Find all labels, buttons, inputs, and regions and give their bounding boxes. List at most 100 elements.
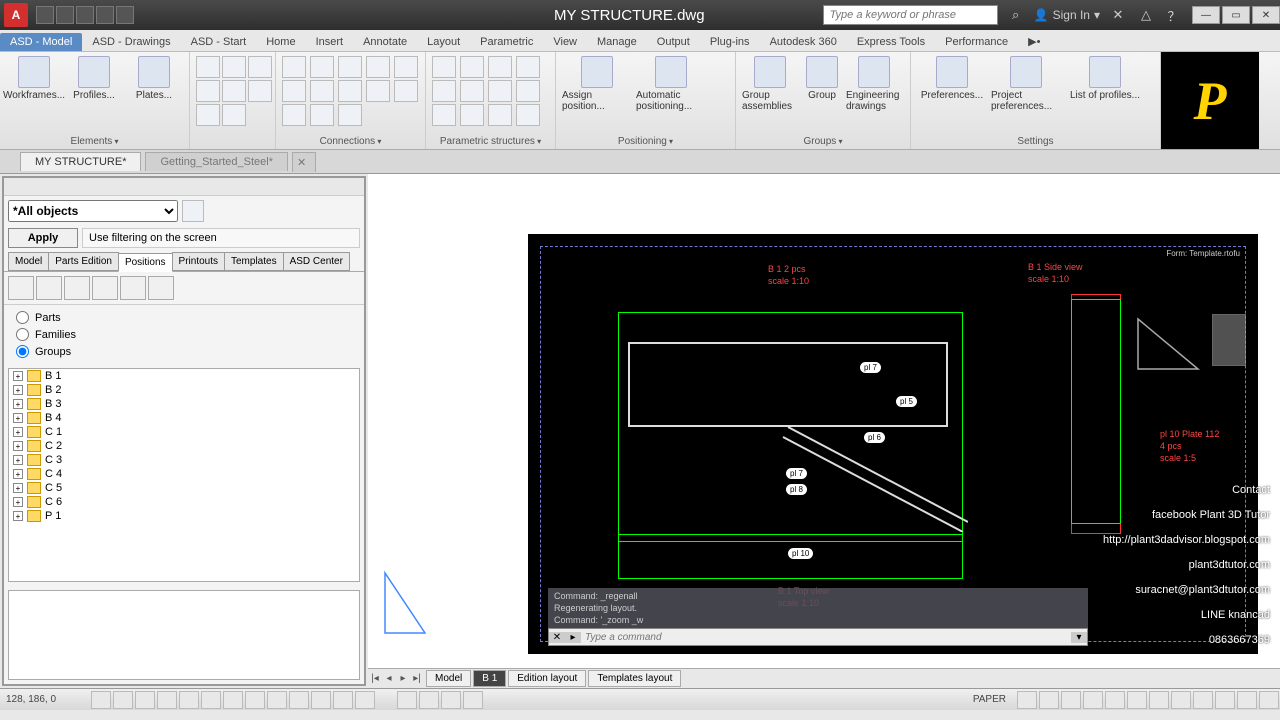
sb-dyn[interactable] (267, 691, 287, 709)
sb-otrack[interactable] (223, 691, 243, 709)
param-tool-4[interactable] (516, 56, 540, 78)
elem-tool-6[interactable] (248, 80, 272, 102)
project-prefs-button[interactable]: Project preferences... (991, 56, 1061, 112)
ribbon-tab-asd-start[interactable]: ASD - Start (181, 33, 257, 51)
layout-nav-next[interactable]: ▸ (396, 673, 410, 684)
param-tool-10[interactable] (460, 104, 484, 126)
ribbon-tab-express[interactable]: Express Tools (847, 33, 935, 51)
sb-ducs[interactable] (245, 691, 265, 709)
ribbon-tab-asd-model[interactable]: ASD - Model (0, 33, 82, 51)
param-tool-7[interactable] (488, 80, 512, 102)
cmd-expand-icon[interactable]: ▸ (565, 632, 581, 643)
qa-open[interactable] (56, 6, 74, 24)
cmd-close-icon[interactable]: ✕ (549, 632, 565, 643)
parametric-group-label[interactable]: Parametric structures (432, 134, 549, 149)
help-search-input[interactable] (823, 5, 998, 25)
sb-ortho[interactable] (135, 691, 155, 709)
cmd-dropdown-icon[interactable]: ▾ (1071, 632, 1087, 643)
sb-r8[interactable] (1171, 691, 1191, 709)
subtab-parts-edition[interactable]: Parts Edition (48, 252, 119, 271)
layout-nav-first[interactable]: |◂ (368, 673, 382, 684)
sb-3dosnap[interactable] (201, 691, 221, 709)
use-filtering-label[interactable]: Use filtering on the screen (82, 228, 360, 248)
filter-select[interactable]: *All objects (8, 200, 178, 222)
subtab-templates[interactable]: Templates (224, 252, 284, 271)
ribbon-tab-manage[interactable]: Manage (587, 33, 647, 51)
minimize-button[interactable]: — (1192, 6, 1220, 24)
conn-tool-4[interactable] (366, 56, 390, 78)
sb-polar[interactable] (157, 691, 177, 709)
preferences-button[interactable]: Preferences... (917, 56, 987, 112)
connections-group-label[interactable]: Connections (282, 134, 419, 149)
radio-groups[interactable]: Groups (16, 345, 352, 358)
param-tool-5[interactable] (432, 80, 456, 102)
subtab-model[interactable]: Model (8, 252, 49, 271)
layout-tab-edition[interactable]: Edition layout (508, 670, 586, 687)
sb-annoscale[interactable] (463, 691, 483, 709)
ribbon-tab-plugins[interactable]: Plug-ins (700, 33, 760, 51)
sb-qp[interactable] (333, 691, 353, 709)
param-tool-6[interactable] (460, 80, 484, 102)
subtab-asd-center[interactable]: ASD Center (283, 252, 350, 271)
sb-r6[interactable] (1127, 691, 1147, 709)
sb-r9[interactable] (1193, 691, 1213, 709)
sb-quickview-layouts[interactable] (419, 691, 439, 709)
layout-tab-model[interactable]: Model (426, 670, 471, 687)
elem-tool-1[interactable] (196, 56, 220, 78)
auto-positioning-button[interactable]: Automatic positioning... (636, 56, 706, 112)
panel-tool-5[interactable] (120, 276, 146, 300)
layout-tab-b1[interactable]: B 1 (473, 670, 506, 687)
layout-nav-prev[interactable]: ◂ (382, 673, 396, 684)
param-tool-11[interactable] (488, 104, 512, 126)
position-tree[interactable]: +B 1 +B 2 +B 3 +B 4 +C 1 +C 2 +C 3 +C 4 … (8, 368, 360, 582)
param-tool-2[interactable] (460, 56, 484, 78)
conn-tool-8[interactable] (338, 80, 362, 102)
conn-tool-13[interactable] (338, 104, 362, 126)
panel-tool-4[interactable] (92, 276, 118, 300)
ribbon-tab-asd-drawings[interactable]: ASD - Drawings (82, 33, 180, 51)
paper-model-toggle[interactable]: PAPER (963, 694, 1016, 705)
exchange-icon[interactable]: ✕ (1108, 5, 1128, 25)
sb-quickview-drawings[interactable] (441, 691, 461, 709)
elements-group-label[interactable]: Elements (6, 134, 183, 149)
view-cube[interactable] (1212, 314, 1246, 366)
eng-drawings-button[interactable]: Engineering drawings (846, 56, 902, 112)
conn-tool-5[interactable] (394, 56, 418, 78)
command-input[interactable] (581, 632, 1071, 643)
sb-model[interactable] (397, 691, 417, 709)
sb-r2[interactable] (1039, 691, 1059, 709)
workframes-button[interactable]: Workframes... (6, 56, 62, 101)
sb-r7[interactable] (1149, 691, 1169, 709)
conn-tool-3[interactable] (338, 56, 362, 78)
apply-button[interactable]: Apply (8, 228, 78, 248)
positioning-group-label[interactable]: Positioning (562, 134, 729, 149)
sb-r3[interactable] (1061, 691, 1081, 709)
ribbon-tab-performance[interactable]: Performance (935, 33, 1018, 51)
maximize-button[interactable]: ▭ (1222, 6, 1250, 24)
sb-tpy[interactable] (311, 691, 331, 709)
plates-button[interactable]: Plates... (126, 56, 182, 101)
param-tool-8[interactable] (516, 80, 540, 102)
conn-tool-6[interactable] (282, 80, 306, 102)
doc-tab-getting-started[interactable]: Getting_Started_Steel* (145, 152, 288, 171)
groups-group-label[interactable]: Groups (742, 134, 904, 149)
conn-tool-9[interactable] (366, 80, 390, 102)
assign-position-button[interactable]: Assign position... (562, 56, 632, 112)
ribbon-tab-layout[interactable]: Layout (417, 33, 470, 51)
radio-parts[interactable]: Parts (16, 311, 352, 324)
panel-tool-6[interactable] (148, 276, 174, 300)
close-button[interactable]: ✕ (1252, 6, 1280, 24)
sb-grid[interactable] (113, 691, 133, 709)
qa-save[interactable] (76, 6, 94, 24)
ribbon-tab-output[interactable]: Output (647, 33, 700, 51)
sb-snap[interactable] (91, 691, 111, 709)
cloud-icon[interactable]: △ (1136, 5, 1156, 25)
sb-r10[interactable] (1215, 691, 1235, 709)
ribbon-tab-annotate[interactable]: Annotate (353, 33, 417, 51)
sb-r4[interactable] (1083, 691, 1103, 709)
elem-tool-7[interactable] (196, 104, 220, 126)
layout-tab-templates[interactable]: Templates layout (588, 670, 681, 687)
doc-tab-new[interactable]: ✕ (292, 152, 316, 172)
qa-new[interactable] (36, 6, 54, 24)
ribbon-tab-view[interactable]: View (543, 33, 587, 51)
